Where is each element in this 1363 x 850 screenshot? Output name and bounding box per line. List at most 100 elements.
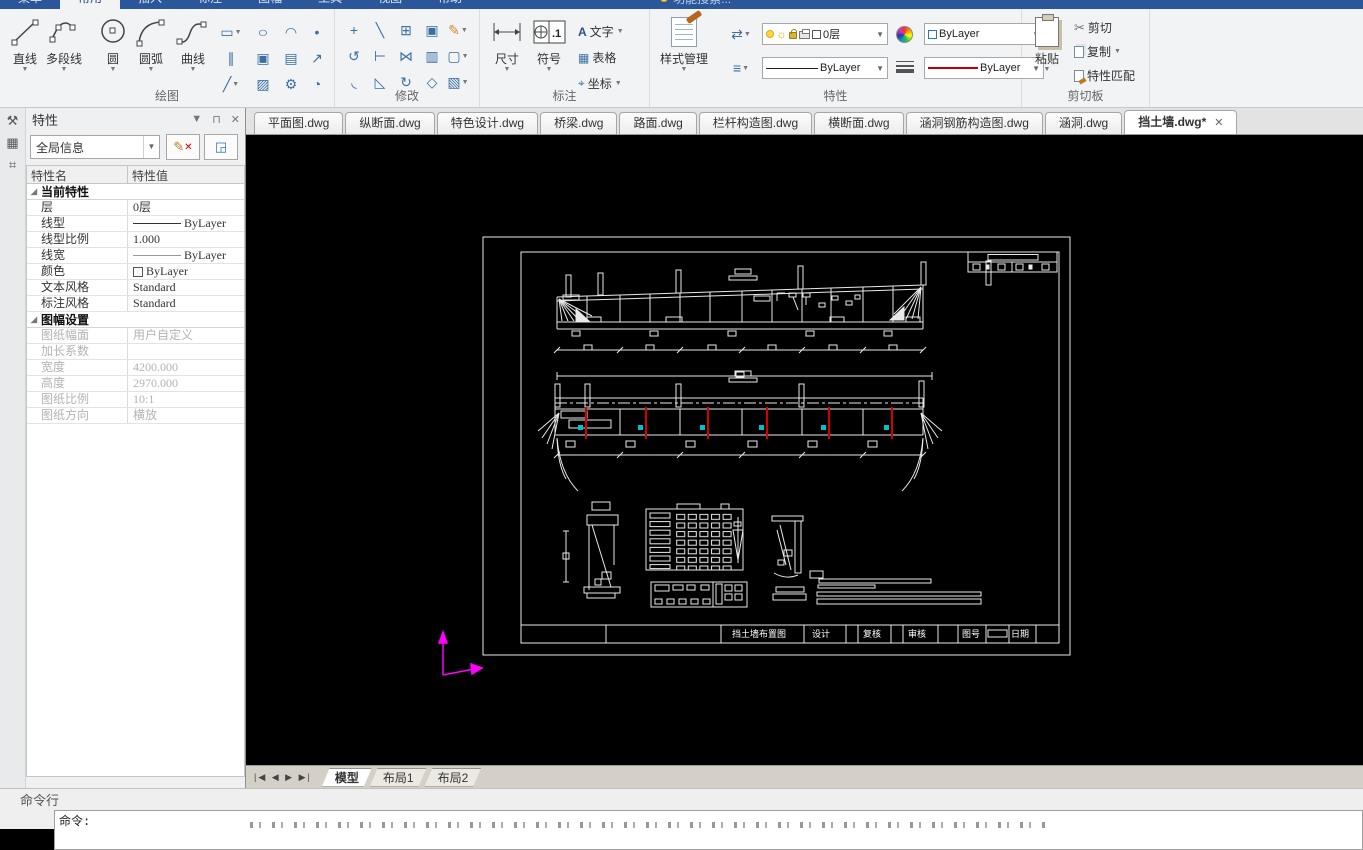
linestyle-list-icon[interactable]: ≡▼	[730, 57, 752, 79]
symbol-button[interactable]: .1 符号▼	[532, 15, 566, 73]
style-manager-button[interactable]: 样式管理▼	[660, 15, 708, 73]
collapse-icon[interactable]: ◢	[27, 187, 41, 196]
group-row-sheet-settings[interactable]: ◢ 图幅设置	[27, 312, 244, 328]
doc-tab-feature-design[interactable]: 特色设计.dwg	[437, 112, 538, 134]
line-button[interactable]: 直线▼	[8, 15, 42, 73]
stretch-icon[interactable]: ▥	[421, 45, 443, 67]
command-input[interactable]: 命令:	[54, 810, 1363, 850]
palette-close-icon[interactable]: ✕	[231, 113, 240, 126]
rectangle-icon[interactable]: ▭▼	[220, 21, 242, 43]
rect-select-icon[interactable]: ▢▼	[447, 45, 469, 67]
circle-button[interactable]: 圆▼	[96, 15, 130, 73]
polyline-button[interactable]: 多段线▼	[46, 15, 82, 73]
property-row-height[interactable]: 高度 2970.000	[27, 376, 244, 392]
linetype-sample	[766, 68, 818, 69]
drawing-number-label: 图号	[962, 629, 980, 640]
spline-button[interactable]: 曲线▼	[176, 15, 210, 73]
hatch-lines-icon[interactable]: ∥	[220, 47, 242, 69]
drawing-canvas[interactable]: 挡土墙布置图 设计 复核 审核 图号 日期	[246, 135, 1363, 765]
menu-tab-home[interactable]: 常用	[60, 0, 120, 9]
menu-tab-insert[interactable]: 插入	[120, 0, 180, 9]
palette-grid-icon[interactable]: ⌗	[4, 156, 22, 174]
red-x-icon: ✕	[184, 142, 192, 153]
region-icon[interactable]: ▣	[252, 47, 274, 69]
property-row-lengthen-factor[interactable]: 加长系数	[27, 344, 244, 360]
tab-layout2[interactable]: 布局2	[423, 768, 484, 787]
copy-button[interactable]: 复制▼	[1074, 43, 1121, 60]
erase-icon[interactable]: ✎▼	[447, 19, 469, 41]
paste-button[interactable]: 粘贴▼	[1030, 15, 1064, 73]
mirror-icon[interactable]: ⋈	[395, 45, 417, 67]
edit-cancel-button[interactable]: ✎✕	[166, 134, 200, 160]
layer-combo[interactable]: ☼ 0层 ▼	[762, 23, 888, 45]
tab-layout1[interactable]: 布局1	[368, 768, 429, 787]
palette-dropdown-icon[interactable]: ▼	[191, 113, 202, 126]
doc-tab-culvert-rebar[interactable]: 涵洞钢筋构造图.dwg	[906, 112, 1043, 134]
tab-nav-arrows[interactable]: |◀ ◀ ▶ ▶|	[246, 772, 320, 783]
palette-pin-toggle-icon[interactable]: ⊓	[212, 113, 221, 126]
group-row-current[interactable]: ◢ 当前特性	[27, 184, 244, 200]
property-row-text-style[interactable]: 文本风格 Standard	[27, 280, 244, 296]
menu-tab-sheet[interactable]: 图幅	[240, 0, 300, 9]
quick-select-button[interactable]: ◲	[204, 134, 238, 160]
property-row-linetype[interactable]: 线型 ByLayer	[27, 216, 244, 232]
pencil-icon: ✎	[173, 139, 184, 155]
trim-icon[interactable]: ╲	[369, 19, 391, 41]
menu-tab-annotate[interactable]: 标注	[180, 0, 240, 9]
close-icon[interactable]: ✕	[1214, 117, 1223, 129]
doc-tab-planview[interactable]: 平面图.dwg	[254, 112, 343, 134]
property-row-orientation[interactable]: 图纸方向 横放	[27, 408, 244, 424]
move-icon[interactable]: +	[343, 19, 365, 41]
cut-button[interactable]: ✂ 剪切	[1074, 19, 1112, 36]
leader-arrow-icon[interactable]: ↗	[306, 47, 328, 69]
select-cursor-icon: ◲	[215, 139, 227, 155]
menu-tab-help[interactable]: 帮助	[420, 0, 480, 9]
property-row-dim-style[interactable]: 标注风格 Standard	[27, 296, 244, 312]
property-row-color[interactable]: 颜色 ByLayer	[27, 264, 244, 280]
table-icon: ▦	[578, 51, 589, 65]
color-wheel-icon[interactable]	[896, 26, 913, 43]
cad-drawing[interactable]: 挡土墙布置图 设计 复核 审核 图号 日期	[246, 135, 1363, 765]
collapse-icon[interactable]: ◢	[27, 315, 41, 324]
function-search[interactable]: 功能搜索...	[660, 0, 731, 7]
doc-tab-bridge[interactable]: 桥梁.dwg	[540, 112, 617, 134]
doc-tab-cross-section[interactable]: 横断面.dwg	[814, 112, 903, 134]
arc-segment-icon[interactable]: ◠	[280, 21, 302, 43]
doc-tab-profile[interactable]: 纵断面.dwg	[345, 112, 434, 134]
symbol-icon: .1	[532, 15, 566, 49]
palette-sheet-icon[interactable]: ▦	[4, 134, 22, 152]
menu-tab-tools[interactable]: 工具	[300, 0, 360, 9]
array-icon[interactable]: ⊞	[395, 19, 417, 41]
layer-translate-icon[interactable]: ⇄▼	[730, 23, 752, 45]
ellipse-icon[interactable]: ○	[249, 21, 278, 43]
property-row-layer[interactable]: 层 0层	[27, 200, 244, 216]
dimension-button[interactable]: 尺寸▼	[490, 15, 524, 73]
property-row-sheet-size[interactable]: 图纸幅面 用户自定义	[27, 328, 244, 344]
property-row-lineweight[interactable]: 线宽 ByLayer	[27, 248, 244, 264]
menu-tab-menu[interactable]: 菜单	[0, 0, 60, 9]
command-gutter	[0, 810, 54, 829]
property-row-scale[interactable]: 图纸比例 10:1	[27, 392, 244, 408]
property-row-width[interactable]: 宽度 4200.000	[27, 360, 244, 376]
arc-button[interactable]: 圆弧▼	[134, 15, 168, 73]
property-row-linetype-scale[interactable]: 线型比例 1.000	[27, 232, 244, 248]
text-button[interactable]: A 文字▼	[578, 23, 624, 40]
lineweight-icon[interactable]	[896, 61, 914, 73]
palette-pin-icon[interactable]: ⚒	[4, 112, 22, 130]
doc-tab-pavement[interactable]: 路面.dwg	[619, 112, 696, 134]
table-button[interactable]: ▦ 表格	[578, 49, 616, 66]
doc-tab-railing[interactable]: 栏杆构造图.dwg	[699, 112, 812, 134]
point-icon[interactable]: •	[306, 21, 328, 43]
tab-model[interactable]: 模型	[320, 768, 374, 787]
menu-tab-view[interactable]: 视图	[360, 0, 420, 9]
doc-tab-retaining-wall[interactable]: 挡土墙.dwg*✕	[1124, 110, 1237, 134]
rotate-reference-icon[interactable]: ↺	[343, 45, 365, 67]
extend-icon[interactable]: ⊢	[369, 45, 391, 67]
linetype-combo[interactable]: ByLayer ▼	[762, 57, 888, 79]
cylinder-icon[interactable]: ▤	[280, 47, 302, 69]
palette-title: 特性	[32, 110, 58, 129]
match-properties-button[interactable]: 特性匹配	[1074, 67, 1135, 84]
doc-tab-culvert[interactable]: 涵洞.dwg	[1045, 112, 1122, 134]
global-info-combo[interactable]: 全局信息 ▼	[30, 135, 160, 159]
copy-object-icon[interactable]: ▣	[421, 19, 443, 41]
